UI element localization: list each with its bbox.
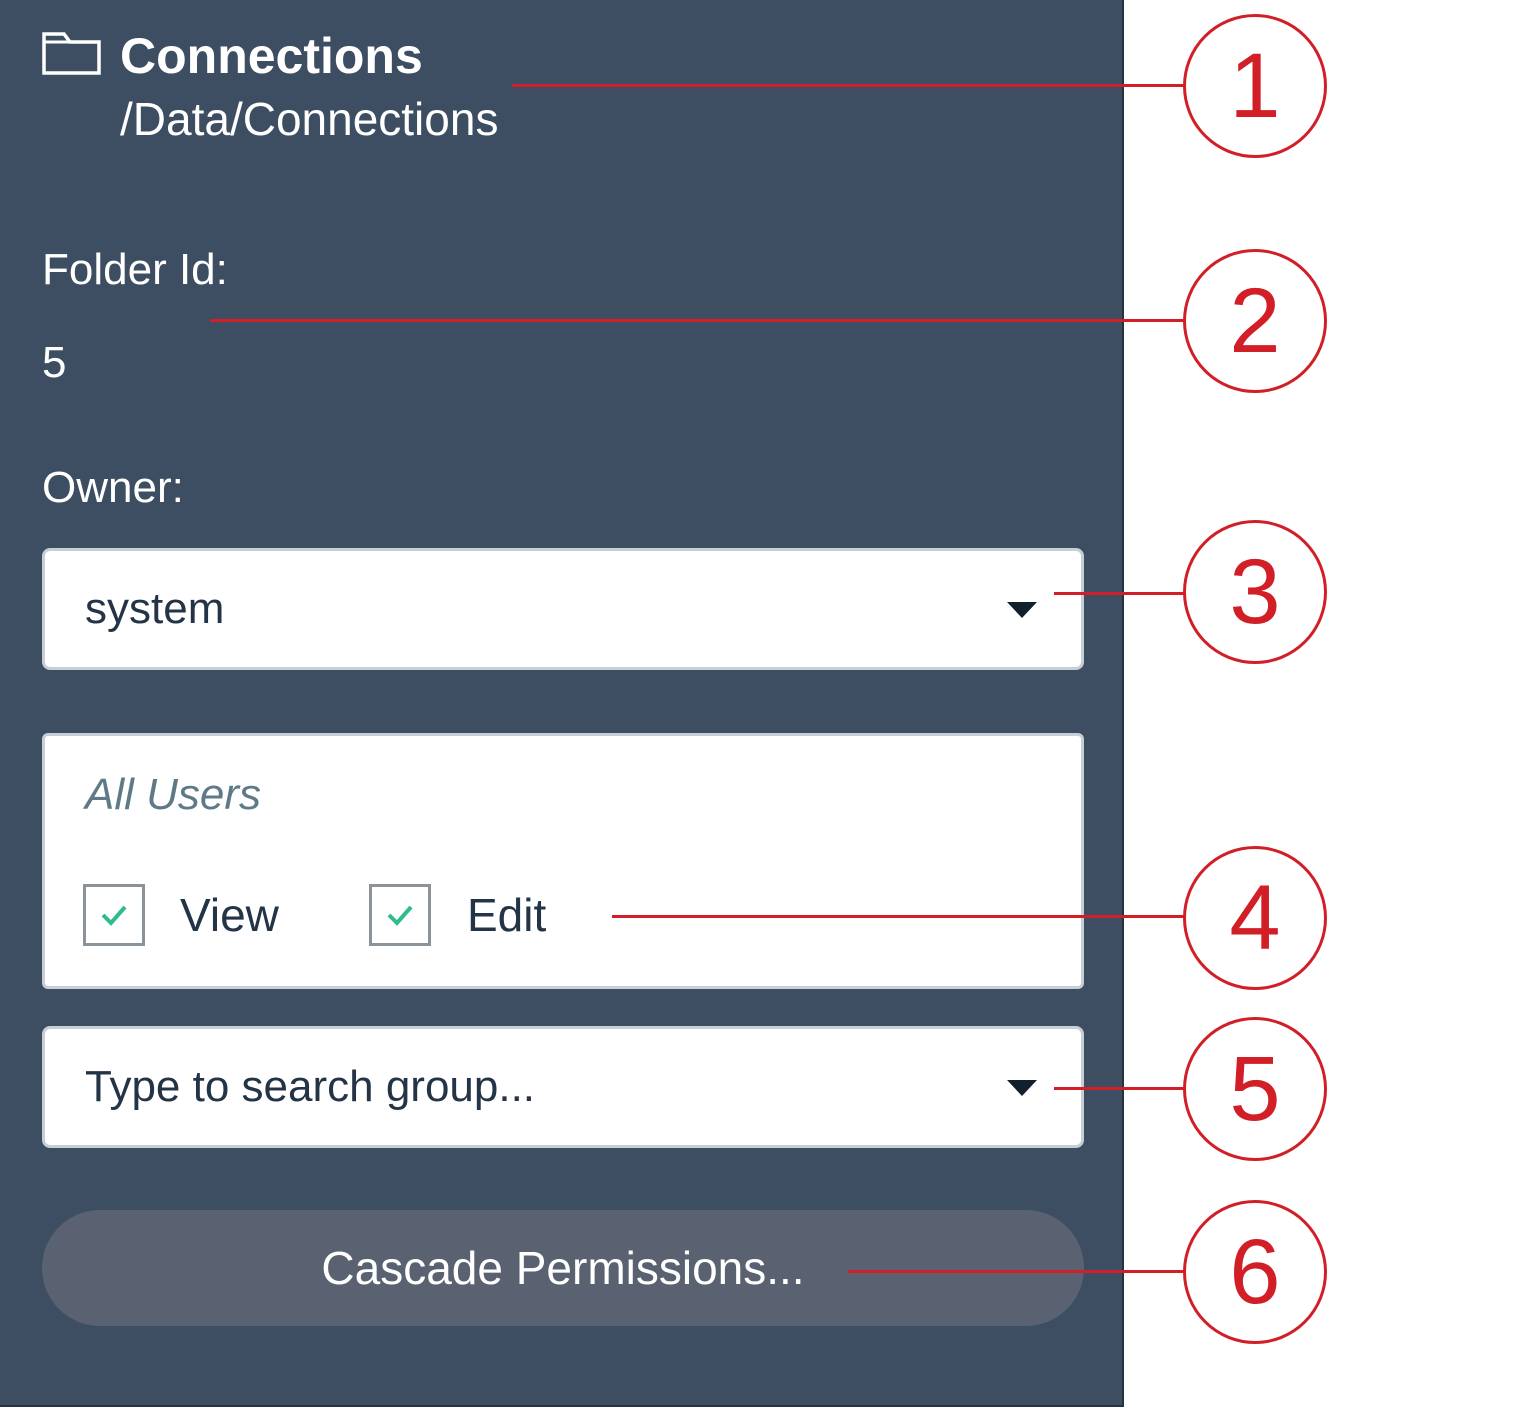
callout-line-6 <box>848 1270 1185 1273</box>
callout-3: 3 <box>1183 520 1327 664</box>
callout-line-4 <box>612 915 1185 918</box>
callout-line-3 <box>1054 592 1185 595</box>
callout-4: 4 <box>1183 846 1327 990</box>
folder-id-value: 5 <box>42 338 67 387</box>
checkmark-icon <box>101 905 127 926</box>
group-search-placeholder: Type to search group... <box>85 1062 536 1111</box>
callout-6: 6 <box>1183 1200 1327 1344</box>
caret-down-icon <box>1007 602 1037 618</box>
callout-line-1 <box>512 84 1185 87</box>
owner-select[interactable]: system <box>42 548 1084 670</box>
folder-id-label: Folder Id: <box>42 245 228 294</box>
edit-checkbox[interactable] <box>369 884 431 946</box>
view-checkbox[interactable] <box>83 884 145 946</box>
callout-line-5 <box>1054 1087 1185 1090</box>
folder-details-panel: Connections /Data/Connections Folder Id:… <box>0 0 1124 1407</box>
group-search-select[interactable]: Type to search group... <box>42 1026 1084 1148</box>
permissions-card: All Users View Edit <box>42 733 1084 989</box>
screenshot-stage: Connections /Data/Connections Folder Id:… <box>0 0 1514 1413</box>
callout-5: 5 <box>1183 1017 1327 1161</box>
folder-icon <box>42 32 101 75</box>
caret-down-icon <box>1007 1080 1037 1096</box>
permission-group-name: All Users <box>85 770 262 819</box>
view-checkbox-label[interactable]: View <box>180 888 279 942</box>
cascade-permissions-button[interactable]: Cascade Permissions... <box>42 1210 1084 1326</box>
checkmark-icon <box>387 905 413 926</box>
callout-2: 2 <box>1183 249 1327 393</box>
callout-1: 1 <box>1183 14 1327 158</box>
folder-title: Connections <box>120 28 423 84</box>
owner-select-value: system <box>85 584 225 633</box>
edit-checkbox-label[interactable]: Edit <box>467 888 546 942</box>
folder-path: /Data/Connections <box>120 93 499 145</box>
owner-label: Owner: <box>42 463 184 512</box>
callout-line-2 <box>210 319 1185 322</box>
